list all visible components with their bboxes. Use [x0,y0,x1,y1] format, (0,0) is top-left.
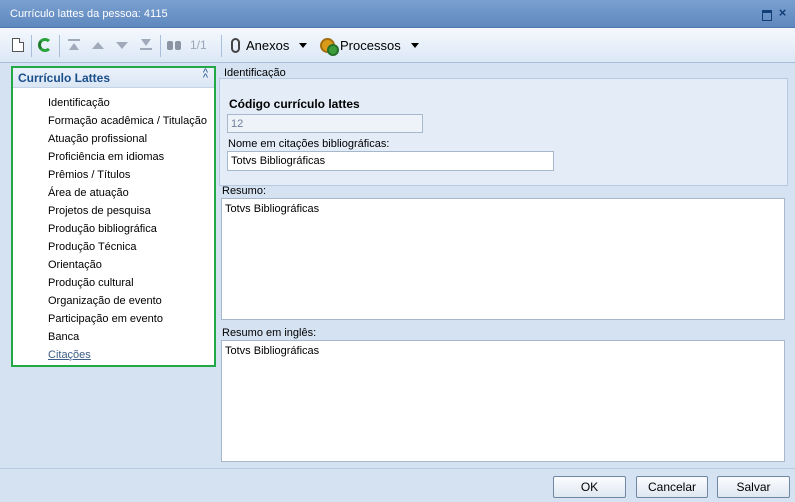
anexos-menu-button[interactable]: Anexos [231,36,308,54]
restore-icon[interactable] [761,9,772,21]
previous-record-button[interactable] [92,36,104,54]
anexos-label: Anexos [246,37,290,53]
toolbar-separator [59,35,60,57]
dialog-footer: OK Cancelar Salvar [0,468,795,502]
codigo-field[interactable]: 12 [227,114,423,133]
sidebar-item-idiomas[interactable]: Proficiência em idiomas [13,148,214,166]
section-list: Identificação Formação acadêmica / Titul… [13,88,214,364]
gear-icon [320,37,339,56]
sidebar-item-citacoes[interactable]: Citações [13,346,214,364]
chevron-down-icon [410,42,419,48]
panel-title: Currículo Lattes [18,71,111,85]
previous-record-icon [92,41,104,49]
search-button[interactable] [166,36,182,54]
cancel-button[interactable]: Cancelar [636,476,708,498]
sidebar-item-formacao[interactable]: Formação acadêmica / Titulação [13,112,214,130]
binoculars-icon [166,39,182,51]
save-button[interactable]: Salvar [717,476,790,498]
resumo-ingles-label: Resumo em inglês: [222,327,317,339]
sidebar-item-identificacao[interactable]: Identificação [13,94,214,112]
sidebar-item-premios[interactable]: Prêmios / Títulos [13,166,214,184]
toolbar-separator [221,35,222,57]
sidebar-item-organizacao-evento[interactable]: Organização de evento [13,292,214,310]
processos-menu-button[interactable]: Processos [320,36,419,56]
sidebar-item-projetos[interactable]: Projetos de pesquisa [13,202,214,220]
sidebar-item-producao-tecnica[interactable]: Produção Técnica [13,238,214,256]
sidebar-item-orientacao[interactable]: Orientação [13,256,214,274]
next-record-button[interactable] [116,36,128,54]
refresh-button[interactable] [38,36,52,54]
ok-button[interactable]: OK [553,476,626,498]
title-bar: Currículo lattes da pessoa: 4115 × [0,0,795,28]
resumo-textarea[interactable]: Totvs Bibliográficas [221,198,785,320]
cancel-label: Cancelar [647,480,697,494]
nome-citacoes-label: Nome em citações bibliográficas: [228,138,390,150]
save-label: Salvar [736,480,771,494]
record-position: 1/1 [190,36,207,54]
collapse-icon[interactable]: ^ ^ [203,68,208,84]
nome-citacoes-field[interactable]: Totvs Bibliográficas [227,151,554,171]
codigo-label: Código currículo lattes [229,97,360,111]
ok-label: OK [580,480,599,494]
window-title: Currículo lattes da pessoa: 4115 [10,8,168,20]
new-document-icon [12,38,24,52]
paperclip-icon [231,37,240,53]
sidebar-item-producao-cultural[interactable]: Produção cultural [13,274,214,292]
panel-header: Currículo Lattes ^ ^ [13,68,214,88]
first-record-button[interactable] [68,36,80,54]
processos-label: Processos [340,37,401,53]
close-icon[interactable]: × [777,6,788,19]
sidebar-item-participacao-evento[interactable]: Participação em evento [13,310,214,328]
toolbar-separator [31,35,32,57]
sidebar-item-atuacao-profissional[interactable]: Atuação profissional [13,130,214,148]
resumo-label: Resumo: [222,185,267,197]
next-record-icon [116,41,128,49]
new-record-button[interactable] [12,36,24,54]
toolbar: 1/1 Anexos Processos [0,28,795,63]
sidebar-item-producao-bibliografica[interactable]: Produção bibliográfica [13,220,214,238]
record-position-label: 1/1 [190,38,207,52]
sidebar-item-banca[interactable]: Banca [13,328,214,346]
refresh-icon [38,38,52,52]
form-area: Identificação Código currículo lattes 12… [219,64,790,464]
first-record-icon [68,39,80,51]
last-record-button[interactable] [140,36,152,54]
last-record-icon [140,39,152,51]
toolbar-separator [160,35,161,57]
curriculo-navigation-panel: Currículo Lattes ^ ^ Identificação Formaç… [11,66,216,367]
chevron-down-icon [299,42,308,48]
sidebar-item-area-atuacao[interactable]: Área de atuação [13,184,214,202]
resumo-ingles-textarea[interactable]: Totvs Bibliográficas [221,340,785,462]
